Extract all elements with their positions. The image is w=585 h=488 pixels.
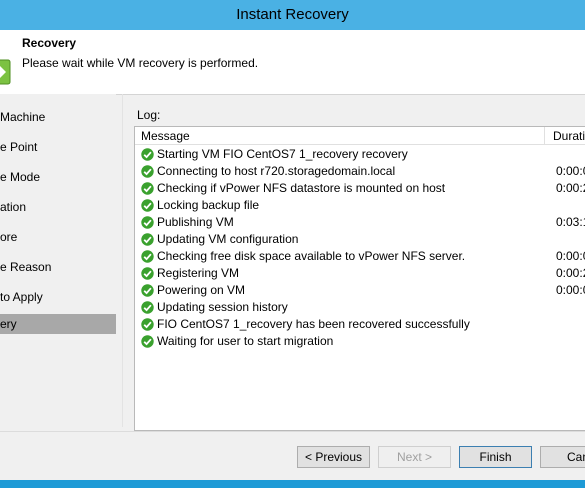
check-icon	[141, 216, 154, 229]
log-message: Checking free disk space available to vP…	[157, 249, 466, 263]
check-icon	[141, 250, 154, 263]
log-message: Connecting to host r720.storagedomain.lo…	[157, 164, 396, 178]
sidebar-item-ready-to-apply[interactable]: to Apply	[0, 287, 116, 307]
next-button[interactable]: Next >	[378, 446, 451, 468]
window-bottom-frame	[0, 480, 585, 488]
log-label: Log:	[137, 108, 161, 122]
wizard-window: Recovery Please wait while VM recovery i…	[0, 30, 585, 480]
log-duration: 0:00:0	[556, 249, 585, 263]
sidebar-item-restore-point[interactable]: e Point	[0, 137, 116, 157]
log-row[interactable]: Publishing VM 0:03:1	[135, 214, 585, 231]
check-icon	[141, 284, 154, 297]
log-message: Registering VM	[157, 266, 240, 280]
window-title-bar[interactable]: Instant Recovery	[0, 0, 585, 30]
log-row[interactable]: Updating session history	[135, 299, 585, 316]
log-row[interactable]: Registering VM 0:00:2	[135, 265, 585, 282]
log-row[interactable]: Connecting to host r720.storagedomain.lo…	[135, 163, 585, 180]
check-icon	[141, 182, 154, 195]
log-row[interactable]: Updating VM configuration	[135, 231, 585, 248]
page-title: Recovery	[22, 36, 77, 50]
log-message: Checking if vPower NFS datastore is moun…	[157, 181, 446, 195]
log-message: Powering on VM	[157, 283, 246, 297]
check-icon	[141, 233, 154, 246]
previous-button[interactable]: < Previous	[297, 446, 370, 468]
log-row[interactable]: Locking backup file	[135, 197, 585, 214]
sidebar-item-machine[interactable]: Machine	[0, 107, 116, 127]
cancel-button[interactable]: Cance	[540, 446, 585, 468]
log-row[interactable]: Waiting for user to start migration	[135, 333, 585, 350]
log-row[interactable]: Powering on VM 0:00:0	[135, 282, 585, 299]
log-message: Publishing VM	[157, 215, 234, 229]
wizard-step-icon	[0, 59, 11, 85]
check-icon	[141, 301, 154, 314]
log-duration: 0:00:2	[556, 181, 585, 195]
log-duration: 0:00:2	[556, 266, 585, 280]
log-duration: 0:00:0	[556, 283, 585, 297]
log-message: Locking backup file	[157, 198, 260, 212]
check-icon	[141, 199, 154, 212]
log-message: Updating VM configuration	[157, 232, 299, 246]
log-message: Starting VM FIO CentOS7 1_recovery recov…	[157, 147, 408, 161]
sidebar-item-datastore[interactable]: ore	[0, 227, 116, 247]
sidebar-item-restore-reason[interactable]: e Reason	[0, 257, 116, 277]
log-duration: 0:03:1	[556, 215, 585, 229]
log-message: Waiting for user to start migration	[157, 334, 334, 348]
check-icon	[141, 318, 154, 331]
check-icon	[141, 267, 154, 280]
sidebar-divider	[122, 94, 123, 427]
log-message: Updating session history	[157, 300, 288, 314]
log-row[interactable]: Starting VM FIO CentOS7 1_recovery recov…	[135, 146, 585, 163]
page-subtitle: Please wait while VM recovery is perform…	[22, 56, 259, 70]
check-icon	[141, 335, 154, 348]
log-list[interactable]: Message Duratio Starting VM FIO CentOS7 …	[134, 126, 585, 431]
wizard-header: Recovery Please wait while VM recovery i…	[0, 30, 585, 95]
window-title: Instant Recovery	[236, 6, 349, 23]
column-header-message[interactable]: Message	[135, 127, 545, 145]
sidebar-item-recovery[interactable]: ery	[0, 314, 116, 334]
sidebar-item-restore-mode[interactable]: e Mode	[0, 167, 116, 187]
log-duration: 0:00:0	[556, 164, 585, 178]
log-row[interactable]: Checking if vPower NFS datastore is moun…	[135, 180, 585, 197]
wizard-steps-sidebar: Machine e Point e Mode ation ore e Reaso…	[0, 94, 116, 427]
check-icon	[141, 148, 154, 161]
check-icon	[141, 165, 154, 178]
log-row[interactable]: Checking free disk space available to vP…	[135, 248, 585, 265]
log-message: FIO CentOS7 1_recovery has been recovere…	[157, 317, 470, 331]
footer-divider	[0, 431, 585, 432]
log-row[interactable]: FIO CentOS7 1_recovery has been recovere…	[135, 316, 585, 333]
sidebar-item-destination[interactable]: ation	[0, 197, 116, 217]
column-header-duration[interactable]: Duratio	[545, 127, 585, 145]
finish-button[interactable]: Finish	[459, 446, 532, 468]
